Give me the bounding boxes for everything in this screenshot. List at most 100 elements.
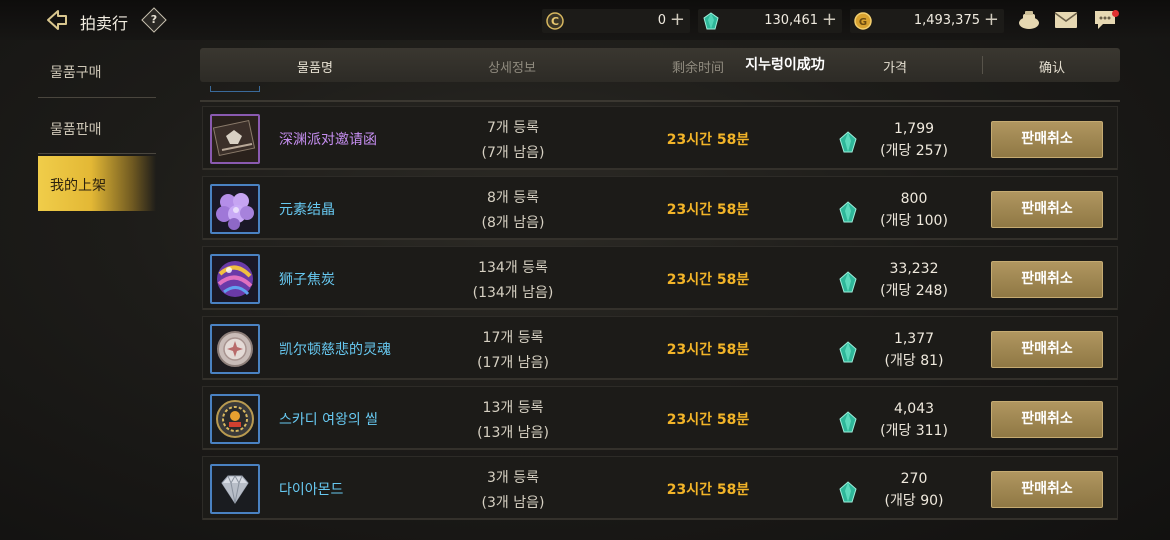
add-gold-button[interactable]: + bbox=[984, 10, 999, 30]
listed-count: 17개 등록 bbox=[482, 330, 544, 346]
item-name: 狮子焦炭 bbox=[279, 272, 335, 288]
table-row: 스카디 여왕의 씰 13개 등록 (13개 남음) 23시간 58분 4,043… bbox=[202, 386, 1118, 450]
remaining-count: (8개 남음) bbox=[481, 215, 545, 231]
cancel-sale-button[interactable]: 판매취소 bbox=[991, 471, 1103, 508]
partial-row bbox=[200, 86, 1120, 102]
table-row: 狮子焦炭 134개 등록 (134개 남음) 23시간 58분 33,232 (… bbox=[202, 246, 1118, 310]
cancel-sale-button[interactable]: 판매취소 bbox=[991, 191, 1103, 228]
sidebar-divider bbox=[38, 153, 156, 154]
currency-gem-box: 130,461 + bbox=[698, 9, 842, 33]
item-name: 元素结晶 bbox=[279, 202, 335, 218]
green-gem-icon bbox=[839, 341, 857, 363]
total-price: 33,232 bbox=[889, 261, 939, 277]
listed-count: 13개 등록 bbox=[482, 400, 544, 416]
swirl-orb-icon bbox=[212, 256, 258, 302]
listed-count: 3개 등록 bbox=[487, 470, 539, 486]
soul-medal-icon bbox=[212, 326, 258, 372]
listed-count: 7개 등록 bbox=[487, 120, 539, 136]
cancel-sale-button[interactable]: 판매취소 bbox=[991, 331, 1103, 368]
sidebar-divider bbox=[38, 97, 156, 98]
add-coin-button[interactable]: + bbox=[670, 10, 685, 30]
total-price: 270 bbox=[900, 471, 928, 487]
remaining-count: (7개 남음) bbox=[481, 145, 545, 161]
currency-coin-box: C 0 + bbox=[542, 9, 690, 33]
remaining-count: (134개 남음) bbox=[472, 285, 554, 301]
cancel-sale-button[interactable]: 판매취소 bbox=[991, 121, 1103, 158]
help-label: ? bbox=[150, 13, 158, 26]
sidebar-item-my-listings-label: 我的上架 bbox=[50, 178, 106, 194]
column-header-item-name: 물품명 bbox=[297, 61, 333, 76]
unit-price: (개당 90) bbox=[884, 493, 944, 509]
unit-price: (개당 311) bbox=[880, 423, 948, 439]
item-slot[interactable] bbox=[210, 464, 260, 514]
item-slot[interactable] bbox=[210, 184, 260, 234]
column-divider bbox=[982, 56, 983, 74]
green-gem-icon bbox=[839, 201, 857, 223]
cancel-sale-button[interactable]: 판매취소 bbox=[991, 401, 1103, 438]
item-name: 다이아몬드 bbox=[279, 482, 344, 498]
total-price: 1,377 bbox=[893, 331, 935, 347]
item-slot[interactable] bbox=[210, 394, 260, 444]
item-name: 凯尔顿慈悲的灵魂 bbox=[279, 342, 391, 358]
column-header-confirm: 确认 bbox=[1038, 61, 1065, 76]
total-price: 1,799 bbox=[893, 121, 935, 137]
column-header-details: 상세정보 bbox=[488, 61, 536, 76]
sidebar-item-buy[interactable]: 물품구매 bbox=[50, 62, 102, 82]
coin-c-icon: C bbox=[546, 12, 564, 30]
gold-coin-icon: G bbox=[854, 12, 872, 30]
page-title: 拍卖行 bbox=[80, 14, 129, 33]
item-name: 스카디 여왕의 씰 bbox=[279, 412, 379, 428]
unit-price: (개당 248) bbox=[880, 283, 948, 299]
item-slot[interactable] bbox=[210, 254, 260, 304]
table-row: 元素结晶 8개 등록 (8개 남음) 23시간 58분 800 (개당 100)… bbox=[202, 176, 1118, 240]
add-gem-button[interactable]: + bbox=[822, 10, 837, 30]
time-remaining: 23시간 58분 bbox=[666, 272, 750, 288]
total-price: 4,043 bbox=[893, 401, 935, 417]
remaining-count: (3개 남음) bbox=[481, 495, 545, 511]
top-bar: 拍卖行 ? C 0 + 130,461 + G 1,493,375 + bbox=[0, 0, 1170, 40]
invitation-card-icon bbox=[212, 116, 258, 162]
back-arrow-icon[interactable] bbox=[44, 8, 68, 32]
remaining-count: (13개 남음) bbox=[477, 425, 549, 441]
time-remaining: 23시간 58분 bbox=[666, 342, 750, 358]
column-header-overlay: 지누렁이成功 bbox=[745, 57, 825, 73]
currency-coin-value: 0 bbox=[657, 13, 666, 28]
time-remaining: 23시간 58분 bbox=[666, 132, 750, 148]
time-remaining: 23시간 58분 bbox=[666, 412, 750, 428]
item-slot[interactable] bbox=[210, 324, 260, 374]
currency-gold-value: 1,493,375 bbox=[913, 13, 980, 28]
sidebar-item-my-listings[interactable]: 我的上架 bbox=[38, 156, 156, 211]
currency-gem-value: 130,461 bbox=[764, 13, 818, 28]
crystal-cluster-icon bbox=[212, 186, 258, 232]
cancel-sale-button[interactable]: 판매취소 bbox=[991, 261, 1103, 298]
sidebar-item-sell[interactable]: 물품판매 bbox=[50, 119, 102, 139]
column-header-time-left: 剩余时间 bbox=[671, 61, 724, 76]
unit-price: (개당 81) bbox=[884, 353, 944, 369]
green-gem-icon bbox=[839, 131, 857, 153]
table-row: 凯尔顿慈悲的灵魂 17개 등록 (17개 남음) 23시간 58분 1,377 … bbox=[202, 316, 1118, 380]
green-gem-icon bbox=[839, 481, 857, 503]
currency-gold-box: G 1,493,375 + bbox=[850, 9, 1004, 33]
remaining-count: (17개 남음) bbox=[477, 355, 549, 371]
pouch-icon[interactable] bbox=[1017, 9, 1041, 31]
queen-seal-icon bbox=[212, 396, 258, 442]
listed-count: 8개 등록 bbox=[487, 190, 539, 206]
column-header-price: 가격 bbox=[883, 61, 907, 76]
partial-row-frame bbox=[210, 86, 260, 92]
help-icon[interactable]: ? bbox=[141, 7, 167, 33]
time-remaining: 23시간 58분 bbox=[666, 202, 750, 218]
total-price: 800 bbox=[900, 191, 928, 207]
unit-price: (개당 100) bbox=[880, 213, 948, 229]
item-slot[interactable] bbox=[210, 114, 260, 164]
table-row: 다이아몬드 3개 등록 (3개 남음) 23시간 58분 270 (개당 90)… bbox=[202, 456, 1118, 520]
svg-text:C: C bbox=[551, 15, 559, 28]
green-gem-icon bbox=[839, 411, 857, 433]
unit-price: (개당 257) bbox=[880, 143, 948, 159]
mail-icon[interactable] bbox=[1054, 9, 1078, 31]
green-gem-icon bbox=[839, 271, 857, 293]
time-remaining: 23시간 58분 bbox=[666, 482, 750, 498]
green-gem-icon bbox=[703, 12, 719, 30]
table-header: 물품명 상세정보 剩余时间 지누렁이成功 가격 确认 bbox=[200, 48, 1120, 82]
item-name: 深渊派对邀请函 bbox=[279, 132, 377, 148]
table-row: 深渊派对邀请函 7개 등록 (7개 남음) 23시간 58분 1,799 (개당… bbox=[202, 106, 1118, 170]
